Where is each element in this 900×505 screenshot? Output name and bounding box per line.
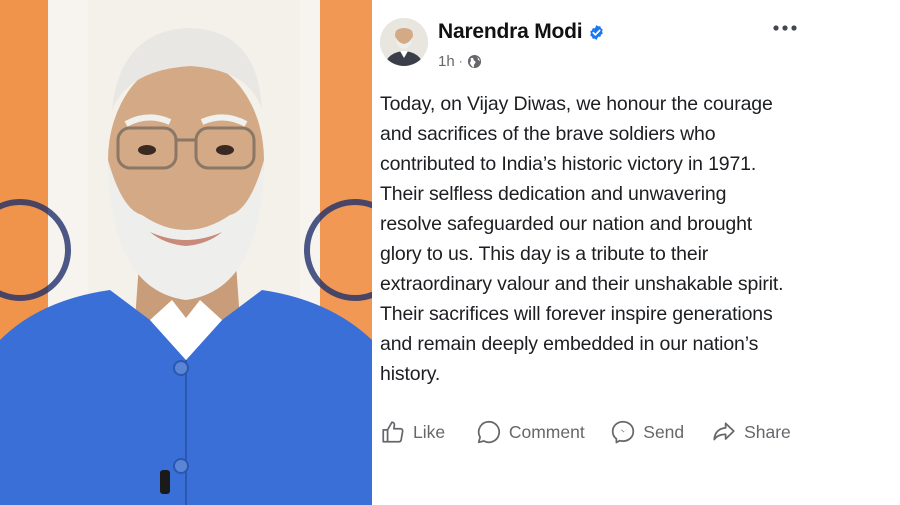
comment-label: Comment: [508, 421, 585, 442]
messenger-icon: [612, 420, 635, 444]
globe-icon: [467, 54, 482, 69]
page: Narendra Modi 1h · Today, on Vijay Diwas…: [0, 0, 900, 505]
post-card: Narendra Modi 1h · Today, on Vijay Diwas…: [372, 0, 900, 505]
more-options-icon: [773, 25, 797, 31]
post-timestamp[interactable]: 1h: [438, 53, 455, 70]
share-button[interactable]: Share: [711, 414, 800, 450]
verified-badge-icon: [588, 24, 605, 41]
thumbs-up-icon: [382, 421, 404, 443]
share-label: Share: [744, 421, 791, 442]
more-options-button[interactable]: [772, 18, 798, 38]
post-meta: 1h ·: [438, 51, 482, 71]
like-button[interactable]: Like: [380, 414, 476, 450]
author-row: Narendra Modi: [438, 18, 605, 46]
post-body-text: Today, on Vijay Diwas, we honour the cou…: [380, 93, 784, 385]
author-name[interactable]: Narendra Modi: [438, 20, 583, 44]
comment-bubble-icon: [477, 420, 500, 444]
share-arrow-icon: [713, 422, 735, 441]
send-label: Send: [643, 421, 685, 442]
avatar[interactable]: [380, 18, 428, 66]
send-button[interactable]: Send: [610, 414, 711, 450]
avatar-image: [380, 18, 428, 66]
post-actions-bar: Like Comment Send Share: [380, 414, 800, 450]
comment-button[interactable]: Comment: [476, 414, 610, 450]
portrait-image: [0, 0, 372, 505]
like-label: Like: [413, 421, 446, 442]
post-photo[interactable]: [0, 0, 372, 505]
meta-separator: ·: [458, 54, 463, 68]
